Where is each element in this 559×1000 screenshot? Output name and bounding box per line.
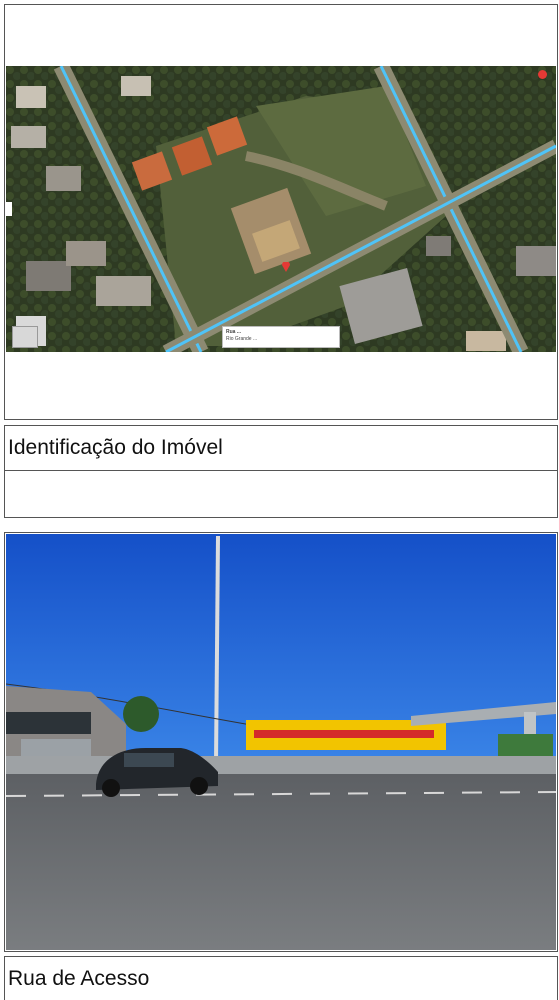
caption-text: Rua de Acesso	[8, 966, 150, 990]
access-road-caption: Rua de Acesso	[4, 956, 558, 1000]
pegman-icon[interactable]	[12, 326, 38, 348]
property-identification-caption: Identificação do Imóvel	[4, 425, 558, 471]
satellite-map-image	[6, 66, 556, 352]
map-control-left-icon[interactable]	[6, 202, 12, 216]
access-road-photo	[6, 534, 556, 950]
map-popup-line-1: Rua ...	[226, 329, 242, 335]
empty-row	[4, 470, 558, 518]
map-popup-line-2: Rio Grande ...	[226, 336, 258, 342]
map-pin-icon[interactable]	[282, 262, 290, 272]
map-close-icon[interactable]	[538, 70, 547, 79]
map-info-popup: Rua ... Rio Grande ...	[222, 326, 340, 348]
caption-text: Identificação do Imóvel	[8, 436, 223, 459]
